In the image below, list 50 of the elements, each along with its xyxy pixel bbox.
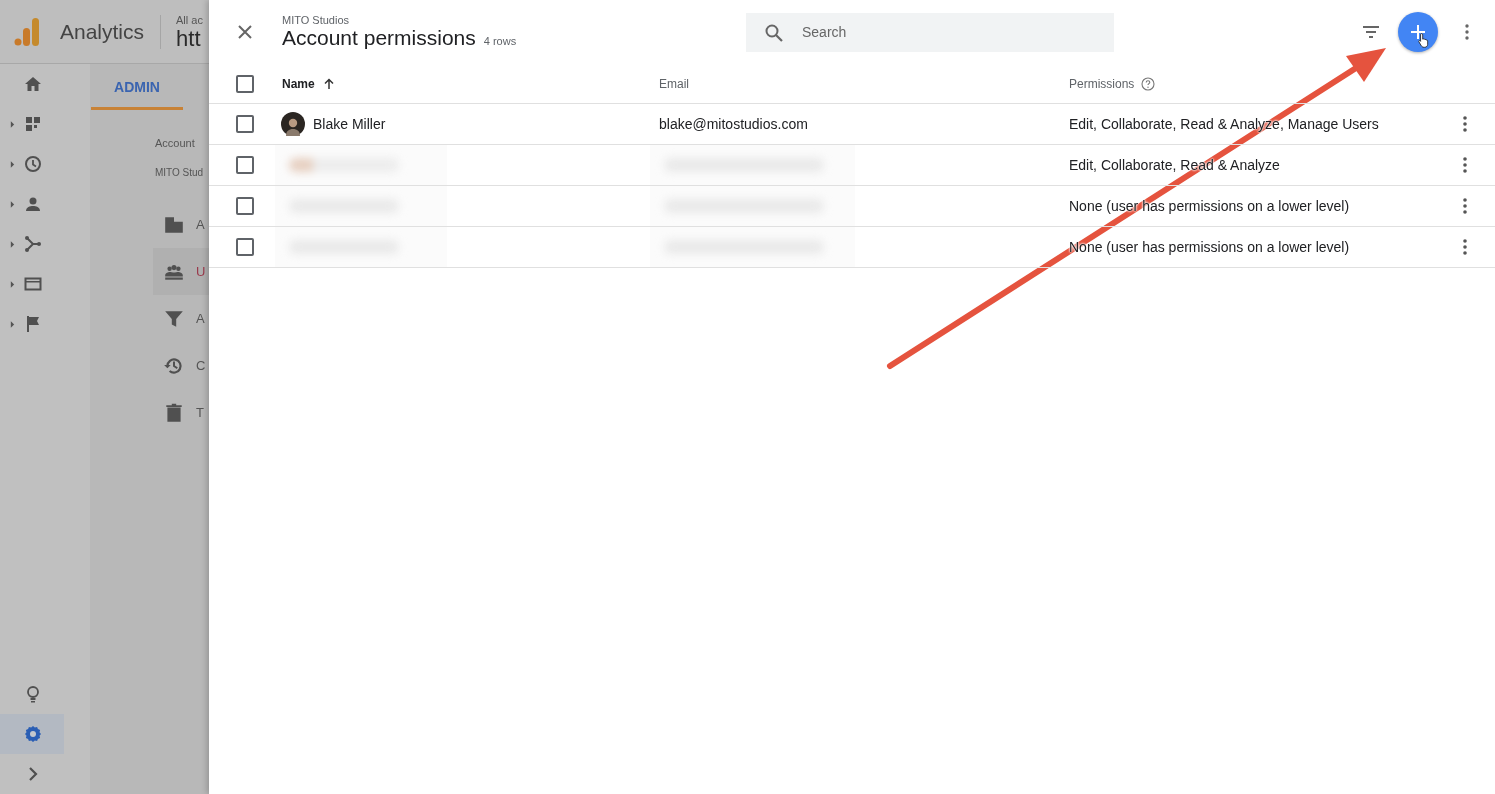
caret-icon[interactable] <box>10 200 15 208</box>
menu-item[interactable]: C <box>153 342 209 389</box>
user-name: Blake Miller <box>313 116 386 132</box>
account-name[interactable]: MITO Stud <box>155 167 209 181</box>
menu-label: T <box>196 405 204 420</box>
row-checkbox[interactable] <box>236 115 254 133</box>
app-title: Analytics <box>60 19 145 44</box>
column-label: Account <box>155 137 196 151</box>
settings-icon[interactable] <box>23 724 43 744</box>
branch-icon[interactable] <box>23 234 43 254</box>
column-header[interactable]: Name <box>282 76 315 91</box>
clock-icon[interactable] <box>23 154 43 174</box>
row-checkbox[interactable] <box>236 156 254 174</box>
logo-icon <box>14 16 40 47</box>
row-count: 4 rows <box>483 35 517 47</box>
help-icon[interactable] <box>1141 76 1156 91</box>
home-icon[interactable] <box>23 74 43 94</box>
dashboard-icon[interactable] <box>23 114 43 134</box>
property-name[interactable]: htt <box>176 25 203 52</box>
select-all-checkbox[interactable] <box>236 74 254 93</box>
caret-icon[interactable] <box>10 240 15 248</box>
search-field[interactable]: Search <box>746 12 1114 52</box>
menu-label: C <box>196 358 206 373</box>
caret-icon[interactable] <box>10 280 15 288</box>
menu-item[interactable]: A <box>153 201 209 248</box>
column-header[interactable]: Email <box>659 76 689 91</box>
add-button[interactable] <box>1398 12 1438 52</box>
account-scope-label: All ac <box>176 13 203 26</box>
menu-label: A <box>196 217 205 232</box>
sort-arrow-icon[interactable] <box>322 77 335 90</box>
plus-icon[interactable] <box>1408 22 1428 42</box>
column-header[interactable]: Permissions <box>1069 76 1135 91</box>
panel-title: Account permissions <box>282 26 476 50</box>
caret-icon[interactable] <box>10 160 15 168</box>
caret-icon[interactable] <box>10 120 15 128</box>
menu-label: A <box>196 311 205 326</box>
permissions-text: None (user has permissions on a lower level) <box>1069 198 1350 214</box>
menu-item[interactable]: U <box>153 248 209 295</box>
menu-item[interactable]: T <box>153 389 209 436</box>
row-checkbox[interactable] <box>236 197 254 215</box>
menu-item[interactable]: A <box>153 295 209 342</box>
hand-cursor-icon <box>1418 32 1430 48</box>
trash-icon <box>163 401 185 424</box>
tab[interactable]: ADMIN <box>91 64 183 110</box>
menu-label: U <box>196 264 206 279</box>
row-checkbox[interactable] <box>236 238 254 256</box>
avatar <box>281 112 305 136</box>
user-email: blake@mitostudios.com <box>659 116 808 132</box>
caret-icon[interactable] <box>10 320 15 328</box>
account-name: MITO Studios <box>282 14 351 26</box>
